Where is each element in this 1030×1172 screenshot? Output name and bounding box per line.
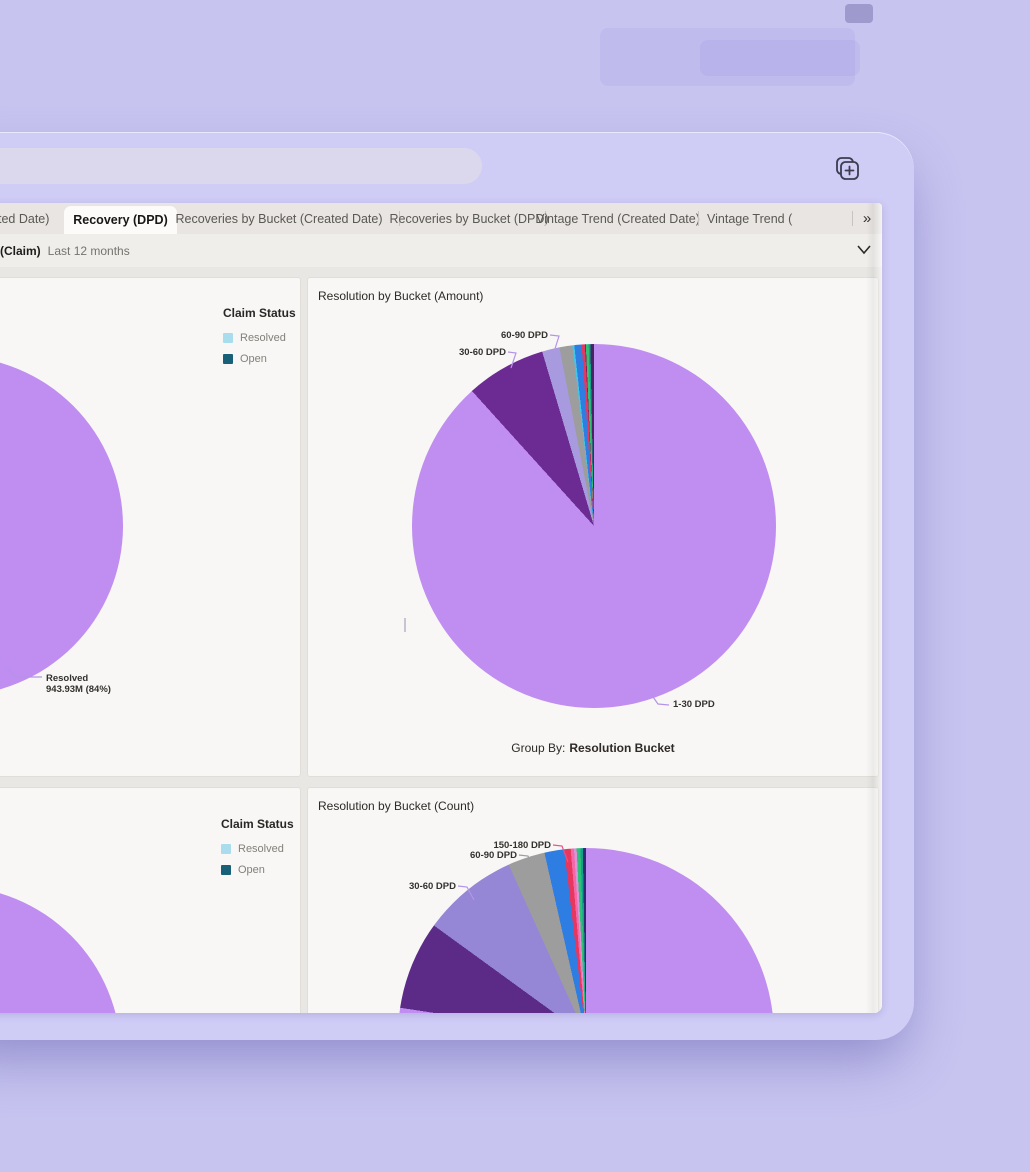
pie-claim-status-count[interactable] [0,886,121,1013]
chevron-down-icon [856,244,872,256]
dashboard-sheet: ted Date) Recovery (DPD) Recoveries by B… [0,203,882,1013]
panel-resolution-by-bucket-amount: Resolution by Bucket (Amount) 60-90 DPD … [307,277,879,777]
group-by-label: Group By: [511,741,565,755]
chevron-double-right-icon: » [863,210,871,227]
legend-item-open[interactable]: Open [221,864,294,876]
callout-1-30-dpd: 1-30 DPD [673,699,715,710]
tab-vintage-trend-created-date[interactable]: Vintage Trend (Created Date) [551,203,685,234]
callout-60-90-dpd: 60-90 DPD [458,330,548,341]
tab-recovery-dpd[interactable]: Recovery (DPD) [64,206,177,234]
tab-label: Vintage Trend (Created Date) [536,212,700,226]
legend-swatch-resolved [221,844,231,854]
callout-resolved: Resolved 943.93M (84%) [46,673,111,695]
app-window: ted Date) Recovery (DPD) Recoveries by B… [0,132,914,1040]
legend-item-resolved[interactable]: Resolved [223,332,296,344]
tab-separator [698,211,699,226]
legend-label: Open [240,353,267,365]
pie-resolution-bucket-amount[interactable] [412,344,776,708]
sheet-tab-strip: ted Date) Recovery (DPD) Recoveries by B… [0,203,882,234]
cursor-artifact [404,618,406,632]
legend-swatch-open [223,354,233,364]
tab-label: Vintage Trend ( [707,212,792,226]
filter-range-label: Last 12 months [48,244,130,258]
tab-vintage-trend-partial[interactable]: Vintage Trend ( [705,203,853,234]
group-by-control[interactable]: Group By: Resolution Bucket [308,741,878,755]
legend-title: Claim Status [223,306,296,320]
legend-label: Open [238,864,265,876]
new-tab-icon [831,153,863,185]
callout-line1: Resolved [46,673,111,684]
chart-title: Resolution by Bucket (Amount) [318,289,483,303]
tab-recoveries-by-bucket-dpd[interactable]: Recoveries by Bucket (DPD) [405,203,533,234]
search-input[interactable] [0,148,482,184]
tab-separator [852,211,853,226]
callout-30-60-dpd: 30-60 DPD [416,347,506,358]
legend-swatch-resolved [223,333,233,343]
tab-created-date-partial[interactable]: ted Date) [0,203,62,234]
desktop-background: ted Date) Recovery (DPD) Recoveries by B… [0,0,1030,1172]
filter-collapse-button[interactable] [856,244,872,256]
filter-bar: (Claim) Last 12 months [0,234,882,267]
callout-line2: 943.93M (84%) [46,684,111,695]
legend-swatch-open [221,865,231,875]
legend-label: Resolved [238,843,284,855]
tab-label: Recovery (DPD) [73,213,167,227]
tab-recoveries-by-bucket-created-date[interactable]: Recoveries by Bucket (Created Date) [178,203,380,234]
filter-sheet-label: (Claim) [0,244,41,258]
legend-claim-status: Claim Status Resolved Open [223,306,296,374]
legend-claim-status: Claim Status Resolved Open [221,817,294,885]
pie-claim-status-amount[interactable] [0,356,123,696]
tab-label: Recoveries by Bucket (Created Date) [175,212,382,226]
group-by-value: Resolution Bucket [569,741,674,755]
panel-claim-status-amount: Resolved 943.93M (84%) Claim Status Reso… [0,277,301,777]
callout-30-60-dpd: 30-60 DPD [366,881,456,892]
legend-item-resolved[interactable]: Resolved [221,843,294,855]
panel-claim-status-count: Claim Status Resolved Open [0,787,301,1013]
legend-title: Claim Status [221,817,294,831]
pie-resolution-bucket-count[interactable] [398,848,774,1013]
chart-title: Resolution by Bucket (Count) [318,799,474,813]
panel-resolution-by-bucket-count: Resolution by Bucket (Count) 150-180 DPD… [307,787,879,1013]
tab-label: Recoveries by Bucket (DPD) [389,212,548,226]
background-ghost-chip [845,4,873,23]
tab-overflow-button[interactable]: » [854,203,880,234]
new-tab-button[interactable] [831,153,863,185]
tab-label: ted Date) [0,212,49,226]
callout-60-90-dpd: 60-90 DPD [427,850,517,861]
legend-item-open[interactable]: Open [223,353,296,365]
charts-area: Resolved 943.93M (84%) Claim Status Reso… [0,267,882,1013]
background-ghost-shape [700,40,860,76]
legend-label: Resolved [240,332,286,344]
